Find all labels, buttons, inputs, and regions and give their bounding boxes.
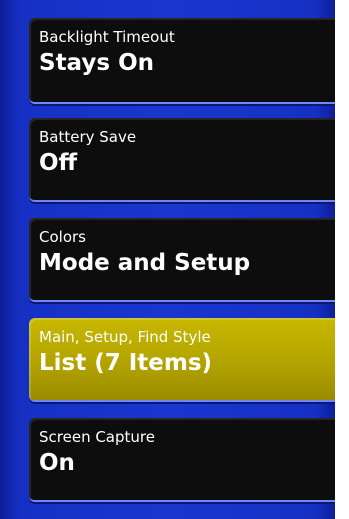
menu-item-main-setup-find-style[interactable]: Main, Setup, Find Style List (7 Items): [29, 318, 335, 402]
menu-item-label: Screen Capture: [39, 428, 155, 446]
settings-screen: Backlight Timeout Stays On Battery Save …: [0, 0, 335, 519]
menu-item-backlight-timeout[interactable]: Backlight Timeout Stays On: [29, 18, 335, 104]
menu-item-value: List (7 Items): [39, 350, 213, 376]
menu-item-screen-capture[interactable]: Screen Capture On: [29, 418, 335, 502]
menu-item-value: Mode and Setup: [39, 250, 251, 276]
menu-item-colors[interactable]: Colors Mode and Setup: [29, 218, 335, 302]
menu-item-label: Battery Save: [39, 128, 137, 146]
screen-edge: [335, 0, 349, 519]
menu-item-value: Stays On: [39, 50, 154, 76]
menu-item-label: Backlight Timeout: [39, 28, 175, 46]
menu-item-label: Colors: [39, 228, 86, 246]
menu-item-value: Off: [39, 150, 78, 176]
menu-item-label: Main, Setup, Find Style: [39, 328, 211, 346]
menu-item-battery-save[interactable]: Battery Save Off: [29, 118, 335, 202]
menu-item-value: On: [39, 450, 75, 476]
